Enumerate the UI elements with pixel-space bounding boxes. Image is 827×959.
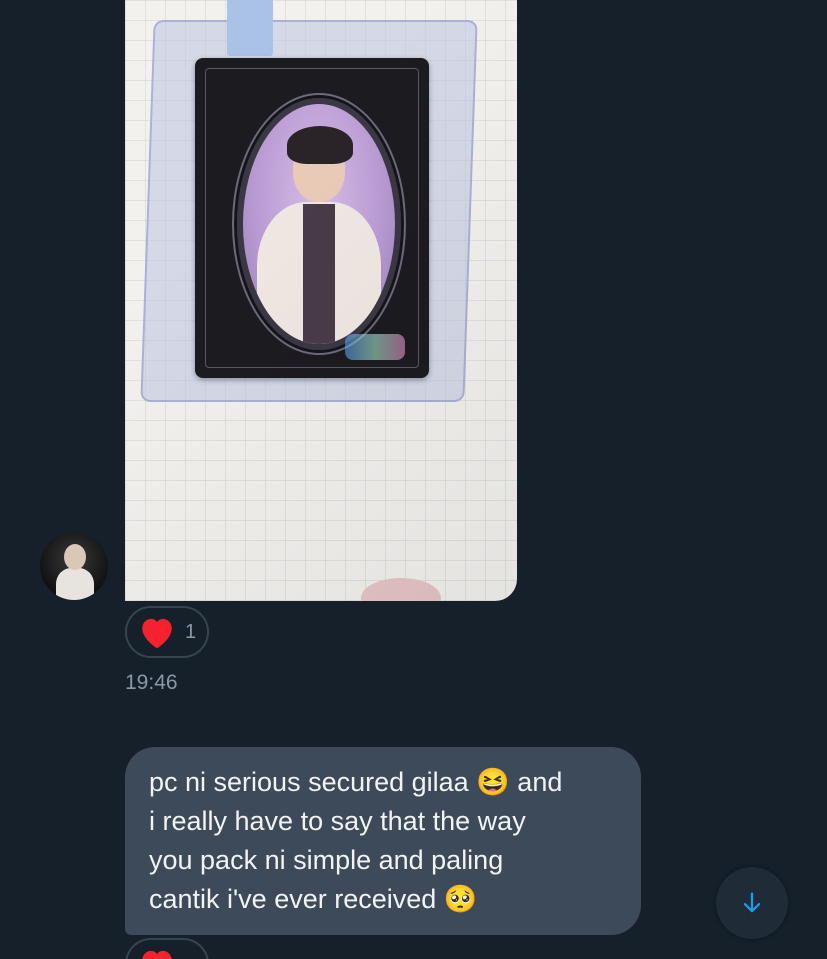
reaction-count: 1 xyxy=(185,620,197,643)
reaction-pill[interactable]: 1 xyxy=(125,606,209,658)
heart-icon xyxy=(142,618,172,649)
message-line: you pack ni simple and paling xyxy=(149,845,504,875)
message-line: pc ni serious secured gilaa 😆 and xyxy=(149,767,563,797)
message-line: cantik i've ever received 🥺 xyxy=(149,884,478,914)
message-bubble[interactable]: pc ni serious secured gilaa 😆 and i real… xyxy=(125,747,641,935)
message-timestamp: 19:46 xyxy=(125,671,178,694)
heart-icon xyxy=(142,950,172,959)
photo-attachment[interactable] xyxy=(125,0,517,601)
scroll-to-bottom-button[interactable] xyxy=(716,867,788,939)
dm-conversation: 1 19:46 pc ni serious secured gilaa 😆 an… xyxy=(0,0,827,959)
arrow-down-icon xyxy=(743,892,761,913)
message-line: i really have to say that the way xyxy=(149,806,526,836)
avatar[interactable] xyxy=(40,532,108,600)
reaction-pill[interactable] xyxy=(125,938,209,959)
